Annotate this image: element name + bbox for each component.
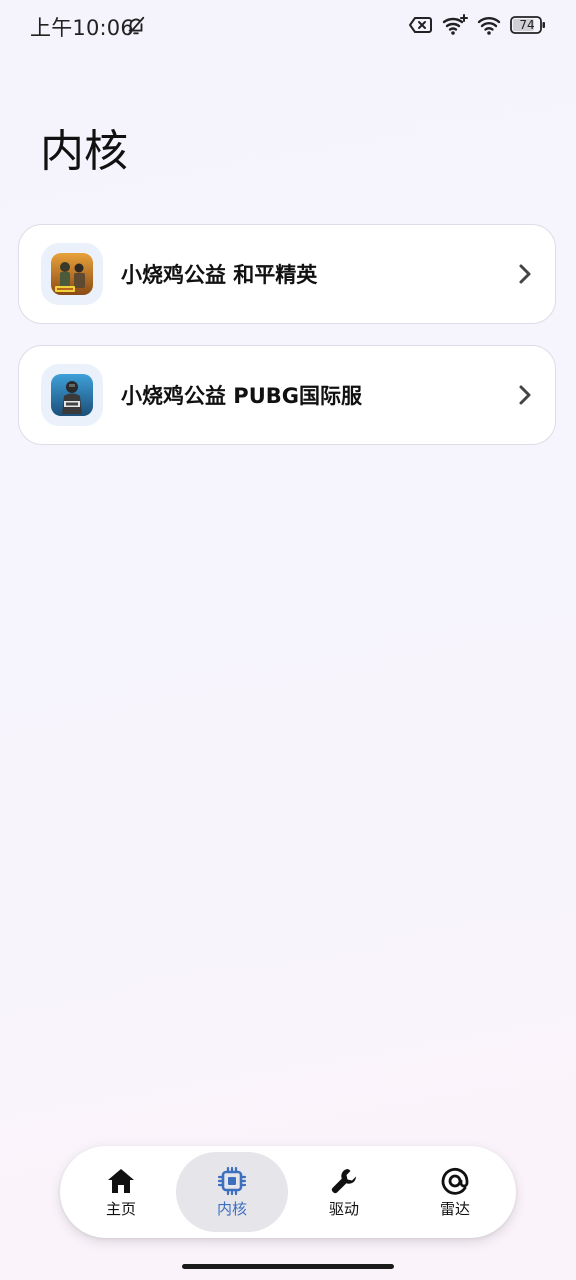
nav-item-driver[interactable]: 驱动 <box>288 1152 400 1232</box>
nav-item-kernel[interactable]: 内核 <box>176 1152 288 1232</box>
nav-label: 内核 <box>216 1200 247 1218</box>
app-icon-container <box>41 243 103 305</box>
battery-level: 74 <box>519 18 535 32</box>
home-icon <box>108 1169 134 1193</box>
chevron-right-icon <box>519 385 531 405</box>
chevron-right-icon <box>519 264 531 284</box>
nav-item-radar[interactable]: 雷达 <box>399 1152 511 1232</box>
list-item-peace-elite[interactable]: 小烧鸡公益 和平精英 <box>18 224 556 324</box>
nav-label: 驱动 <box>328 1200 359 1218</box>
peace-elite-app-icon <box>51 253 93 295</box>
status-bar: 上午10:06 74 <box>0 0 576 52</box>
pubg-app-icon <box>51 374 93 416</box>
home-indicator[interactable] <box>182 1264 394 1269</box>
list-item-label: 小烧鸡公益 和平精英 <box>121 263 318 287</box>
chip-icon <box>217 1166 247 1196</box>
app-icon-container <box>41 364 103 426</box>
status-time: 上午10:06 <box>30 16 134 40</box>
status-icons: 74 <box>409 14 546 36</box>
wifi-icon <box>477 17 501 35</box>
nav-item-home[interactable]: 主页 <box>65 1152 177 1232</box>
nav-label: 主页 <box>105 1200 136 1218</box>
radar-icon <box>441 1168 469 1195</box>
battery-icon: 74 <box>510 15 546 35</box>
wifi-plus-icon <box>442 14 468 35</box>
sim-error-icon <box>409 17 432 33</box>
wrench-icon <box>331 1169 357 1194</box>
bell-off-icon <box>127 16 145 36</box>
list-item-pubg[interactable]: 小烧鸡公益 PUBG国际服 <box>18 345 556 445</box>
nav-label: 雷达 <box>439 1200 470 1218</box>
bottom-nav: 主页 内核 驱动 雷达 <box>60 1146 516 1238</box>
page-title: 内核 <box>40 126 128 177</box>
list-item-label: 小烧鸡公益 PUBG国际服 <box>121 384 362 408</box>
